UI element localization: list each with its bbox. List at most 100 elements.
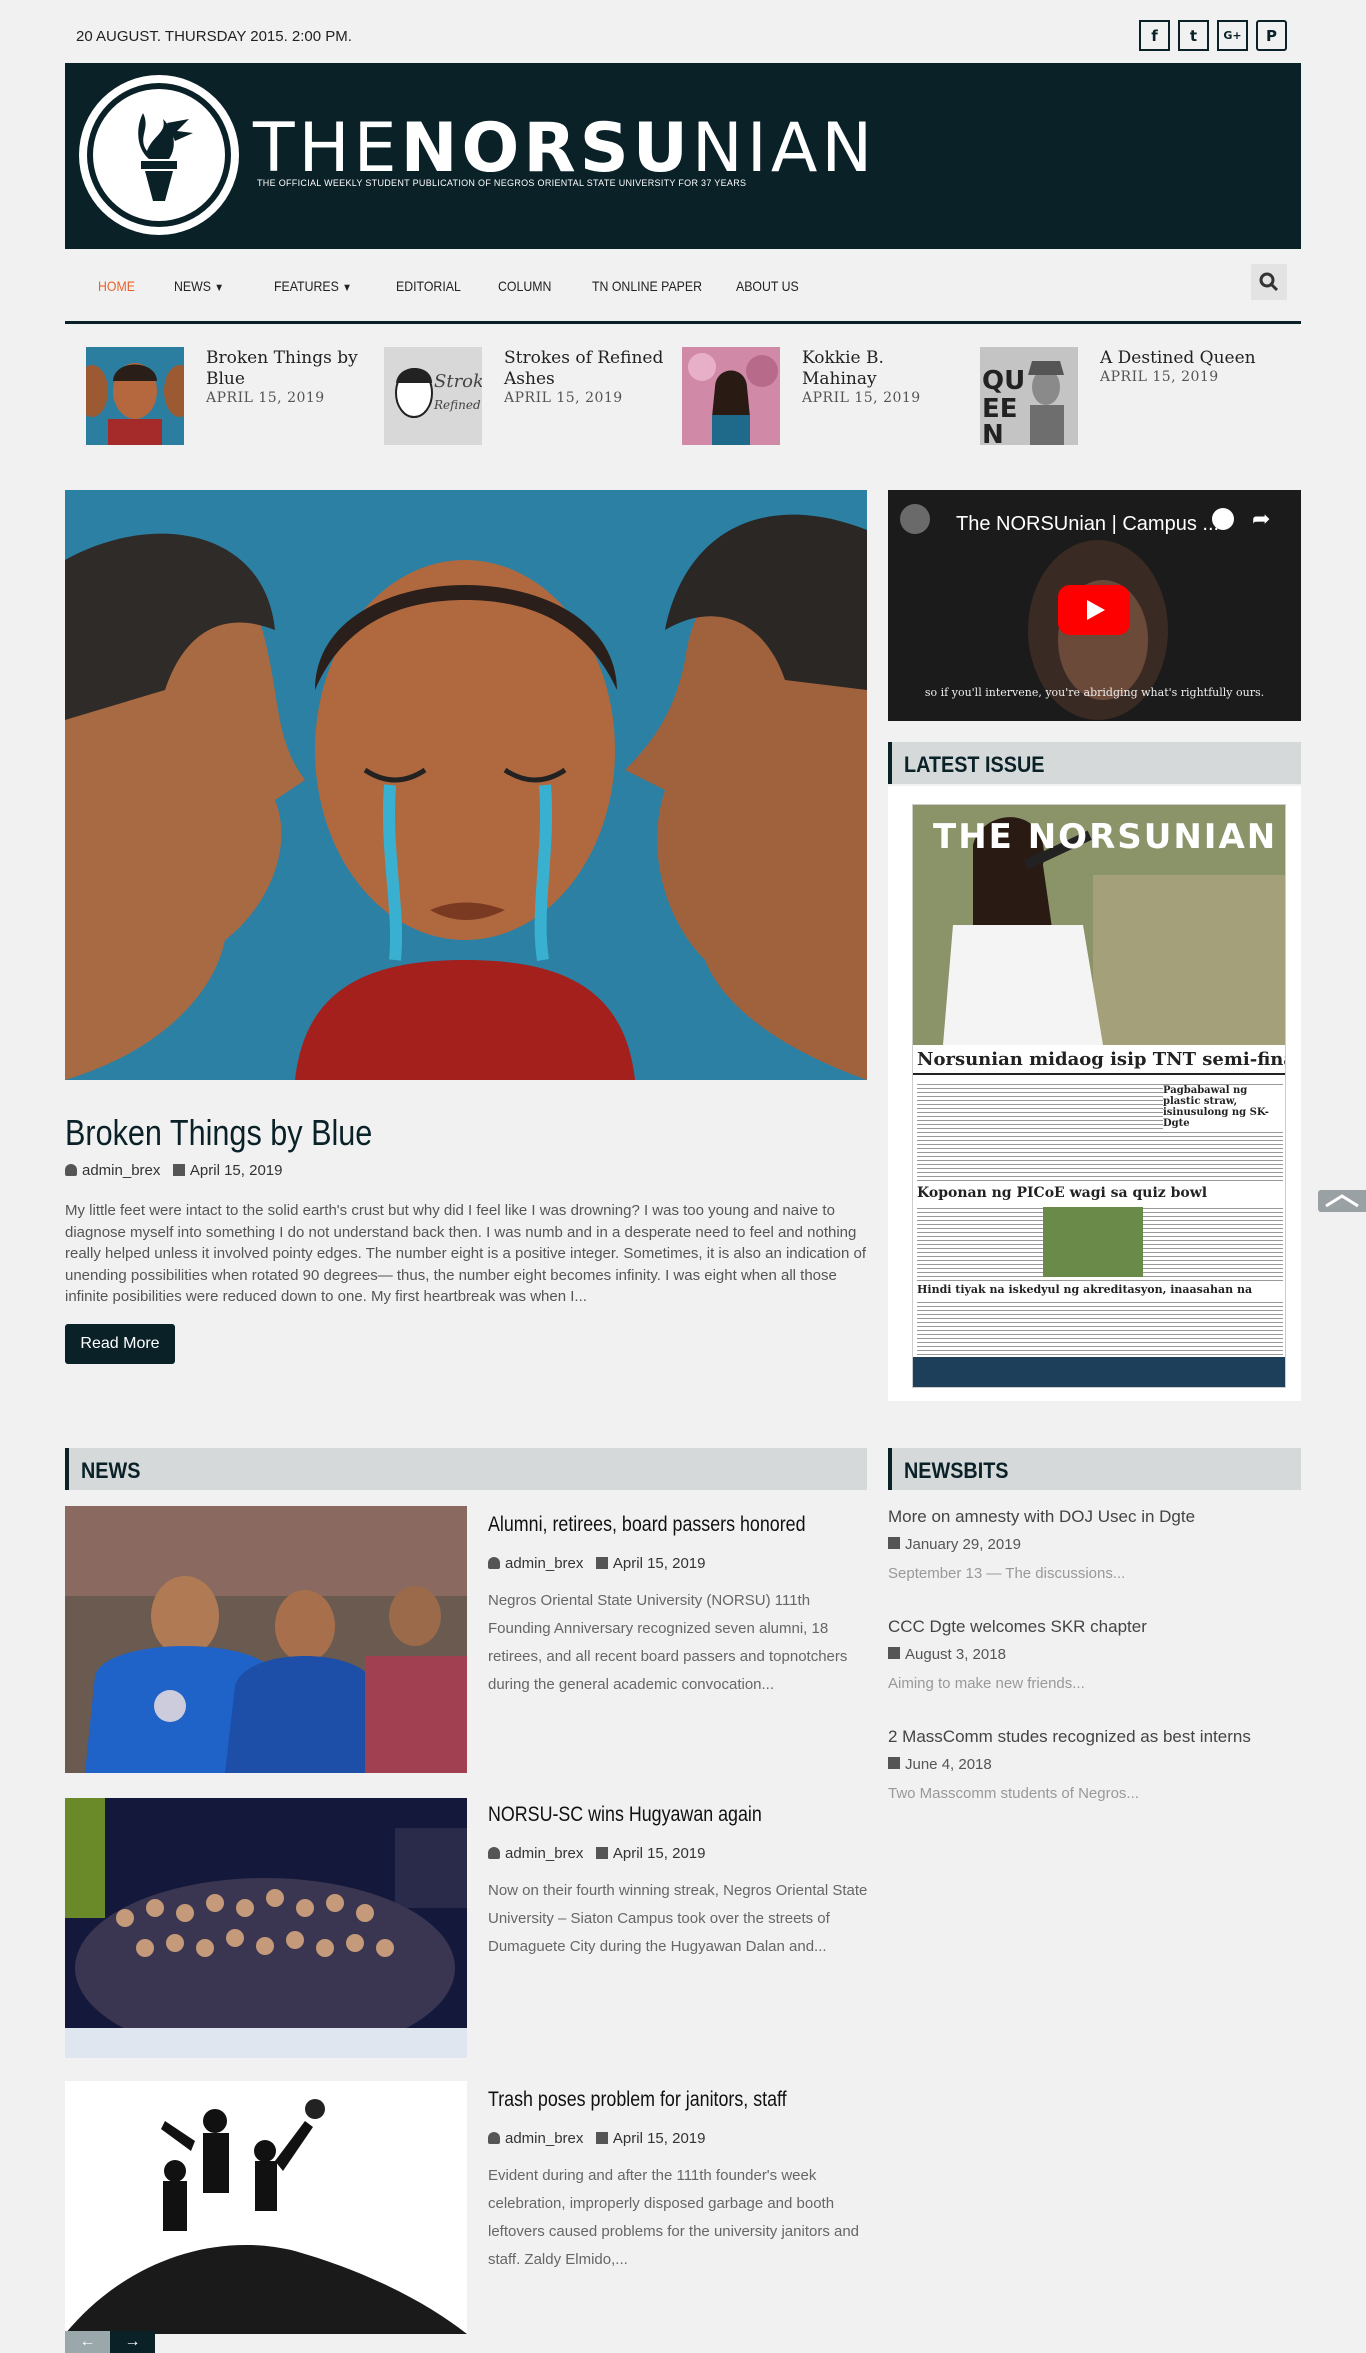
floating-side-tab[interactable] bbox=[1318, 1190, 1366, 1212]
site-tagline: THE OFFICIAL WEEKLY STUDENT PUBLICATION … bbox=[257, 178, 747, 188]
svg-text:Refined A: Refined A bbox=[433, 398, 482, 412]
ticker-item-1[interactable]: Broken Things by Blue APRIL 15, 2019 bbox=[206, 348, 366, 406]
facebook-icon[interactable]: f bbox=[1139, 20, 1170, 51]
site-title[interactable]: THENORSUNIAN bbox=[253, 115, 876, 183]
news-date: April 15, 2019 bbox=[612, 1845, 706, 1862]
watch-later-icon[interactable] bbox=[1212, 508, 1234, 530]
news-author[interactable]: admin_brex bbox=[505, 1555, 583, 1572]
ticker-date: APRIL 15, 2019 bbox=[206, 390, 325, 406]
video-caption: so if you'll intervene, you're abridging… bbox=[924, 686, 1265, 699]
news-date: April 15, 2019 bbox=[612, 1555, 706, 1572]
ticker-thumb-2[interactable]: Stroke Refined A bbox=[384, 347, 482, 445]
nav-home[interactable]: HOME bbox=[98, 278, 135, 294]
news-excerpt-1: Negros Oriental State University (NORSU)… bbox=[488, 1592, 848, 1693]
paper-sub-2: Hindi tiyak na iskedyul ng akreditasyon,… bbox=[917, 1283, 1253, 1296]
search-button[interactable] bbox=[1251, 264, 1287, 300]
ticker-date: APRIL 15, 2019 bbox=[504, 390, 623, 406]
topbar-date: 20 AUGUST. THURSDAY 2015. 2:00 PM. bbox=[76, 28, 352, 45]
news-title-3[interactable]: Trash poses problem for janitors, staff bbox=[488, 2088, 787, 2112]
hero-title[interactable]: Broken Things by Blue bbox=[65, 1112, 372, 1154]
calendar-icon bbox=[888, 1647, 900, 1659]
news-author[interactable]: admin_brex bbox=[505, 2130, 583, 2147]
calendar-icon bbox=[595, 2132, 608, 2144]
paper-footer-strip bbox=[913, 1357, 1285, 1387]
search-icon bbox=[1259, 272, 1279, 292]
calendar-icon bbox=[888, 1537, 900, 1549]
youtube-embed[interactable]: The NORSUnian | Campus ... ➦ so if you'l… bbox=[888, 490, 1301, 721]
read-more-button[interactable]: Read More bbox=[65, 1324, 175, 1364]
svg-text:Stroke: Stroke bbox=[434, 371, 482, 392]
paper-masthead: THE NORSUNIAN bbox=[933, 817, 1278, 857]
news-meta-2: admin_brex April 15, 2019 bbox=[488, 1845, 705, 1862]
ticker-item-4[interactable]: A Destined Queen APRIL 15, 2019 bbox=[1100, 348, 1280, 385]
torch-eagle-icon bbox=[138, 113, 193, 201]
chevron-up-icon bbox=[1325, 1194, 1359, 1208]
video-title[interactable]: The NORSUnian | Campus ... bbox=[956, 513, 1219, 536]
nav-about-us[interactable]: ABOUT US bbox=[736, 278, 799, 294]
site-header-banner: THENORSUNIAN THE OFFICIAL WEEKLY STUDENT… bbox=[65, 63, 1301, 249]
pinterest-icon[interactable]: P bbox=[1256, 20, 1287, 51]
news-author[interactable]: admin_brex bbox=[505, 1845, 583, 1862]
newsbit-title-3[interactable]: 2 MassComm studes recognized as best int… bbox=[888, 1727, 1251, 1747]
ticker-thumb-3[interactable] bbox=[682, 347, 780, 445]
ticker-thumb-1[interactable] bbox=[86, 347, 184, 445]
newsbit-date-2: August 3, 2018 bbox=[888, 1646, 1006, 1663]
news-thumb-3[interactable] bbox=[65, 2081, 467, 2334]
nav-column[interactable]: COLUMN bbox=[498, 278, 551, 294]
ticker-item-2[interactable]: Strokes of Refined Ashes APRIL 15, 2019 bbox=[504, 348, 664, 406]
ticker-date: APRIL 15, 2019 bbox=[802, 390, 921, 406]
news-title-1[interactable]: Alumni, retirees, board passers honored bbox=[488, 1513, 806, 1537]
paper-headline: Norsunian midaog isip TNT semi-finalist bbox=[917, 1049, 1285, 1070]
nav-tn-online-paper[interactable]: TN ONLINE PAPER bbox=[592, 278, 702, 294]
latest-issue-heading: LATEST ISSUE bbox=[888, 742, 1301, 784]
news-heading: NEWS bbox=[65, 1448, 867, 1490]
newsbit-title-1[interactable]: More on amnesty with DOJ Usec in Dgte bbox=[888, 1507, 1195, 1527]
paper-sub-1: Koponan ng PICoE wagi sa quiz bowl bbox=[917, 1185, 1208, 1201]
news-title-2[interactable]: NORSU-SC wins Hugyawan again bbox=[488, 1803, 762, 1827]
newsbits-heading: NEWSBITS bbox=[888, 1448, 1301, 1490]
twitter-icon[interactable]: t bbox=[1178, 20, 1209, 51]
news-thumb-2[interactable] bbox=[65, 1798, 467, 2058]
ticker-title[interactable]: Broken Things by Blue bbox=[206, 348, 366, 390]
nav-features[interactable]: FEATURES ▼ bbox=[274, 278, 352, 294]
newsbit-title-2[interactable]: CCC Dgte welcomes SKR chapter bbox=[888, 1617, 1147, 1637]
ticker-title[interactable]: Kokkie B. Mahinay bbox=[802, 348, 962, 390]
site-logo[interactable] bbox=[79, 75, 239, 235]
news-meta-1: admin_brex April 15, 2019 bbox=[488, 1555, 705, 1572]
calendar-icon bbox=[595, 1557, 608, 1569]
google-plus-icon[interactable]: G+ bbox=[1217, 20, 1248, 51]
latest-issue-box[interactable]: THE NORSUNIAN Norsunian midaog isip TNT … bbox=[888, 786, 1301, 1401]
newsbit-excerpt-3: Two Masscomm students of Negros... bbox=[888, 1785, 1139, 1802]
newsbit-date-1: January 29, 2019 bbox=[888, 1536, 1021, 1553]
hero-illustration bbox=[65, 490, 867, 1080]
nav-editorial[interactable]: EDITORIAL bbox=[396, 278, 461, 294]
user-icon bbox=[488, 2132, 500, 2144]
paper-side-headline: Pagbabawal ng plastic straw, isinusulong… bbox=[1163, 1085, 1283, 1129]
ticker-title[interactable]: Strokes of Refined Ashes bbox=[504, 348, 664, 390]
ticker-item-3[interactable]: Kokkie B. Mahinay APRIL 15, 2019 bbox=[802, 348, 962, 406]
hero-author[interactable]: admin_brex bbox=[82, 1162, 160, 1179]
user-icon bbox=[65, 1164, 77, 1176]
paper-photo-2 bbox=[1043, 1207, 1143, 1277]
share-icon[interactable]: ➦ bbox=[1252, 506, 1270, 532]
main-nav: HOME NEWS ▼ FEATURES ▼ EDITORIAL COLUMN … bbox=[65, 258, 1301, 324]
ticker-title[interactable]: A Destined Queen bbox=[1100, 348, 1280, 369]
hero-meta: admin_brex April 15, 2019 bbox=[65, 1162, 282, 1179]
caret-down-icon: ▼ bbox=[342, 282, 352, 294]
next-button[interactable]: → bbox=[110, 2331, 155, 2353]
news-meta-3: admin_brex April 15, 2019 bbox=[488, 2130, 705, 2147]
svg-text:QU: QU bbox=[982, 366, 1025, 396]
ticker-thumb-4[interactable]: QU EE N bbox=[980, 347, 1078, 445]
prev-button[interactable]: ← bbox=[65, 2331, 110, 2353]
ticker-date: APRIL 15, 2019 bbox=[1100, 369, 1219, 385]
news-date: April 15, 2019 bbox=[612, 2130, 706, 2147]
hero-image[interactable] bbox=[65, 490, 867, 1080]
news-thumb-1[interactable] bbox=[65, 1506, 467, 1773]
news-excerpt-2: Now on their fourth winning streak, Negr… bbox=[488, 1882, 868, 1955]
channel-avatar[interactable] bbox=[900, 504, 930, 534]
nav-news[interactable]: NEWS ▼ bbox=[174, 278, 224, 294]
user-icon bbox=[488, 1557, 500, 1569]
play-button[interactable] bbox=[1058, 585, 1130, 635]
newspaper-cover[interactable]: THE NORSUNIAN Norsunian midaog isip TNT … bbox=[912, 804, 1286, 1388]
caret-down-icon: ▼ bbox=[214, 282, 224, 294]
